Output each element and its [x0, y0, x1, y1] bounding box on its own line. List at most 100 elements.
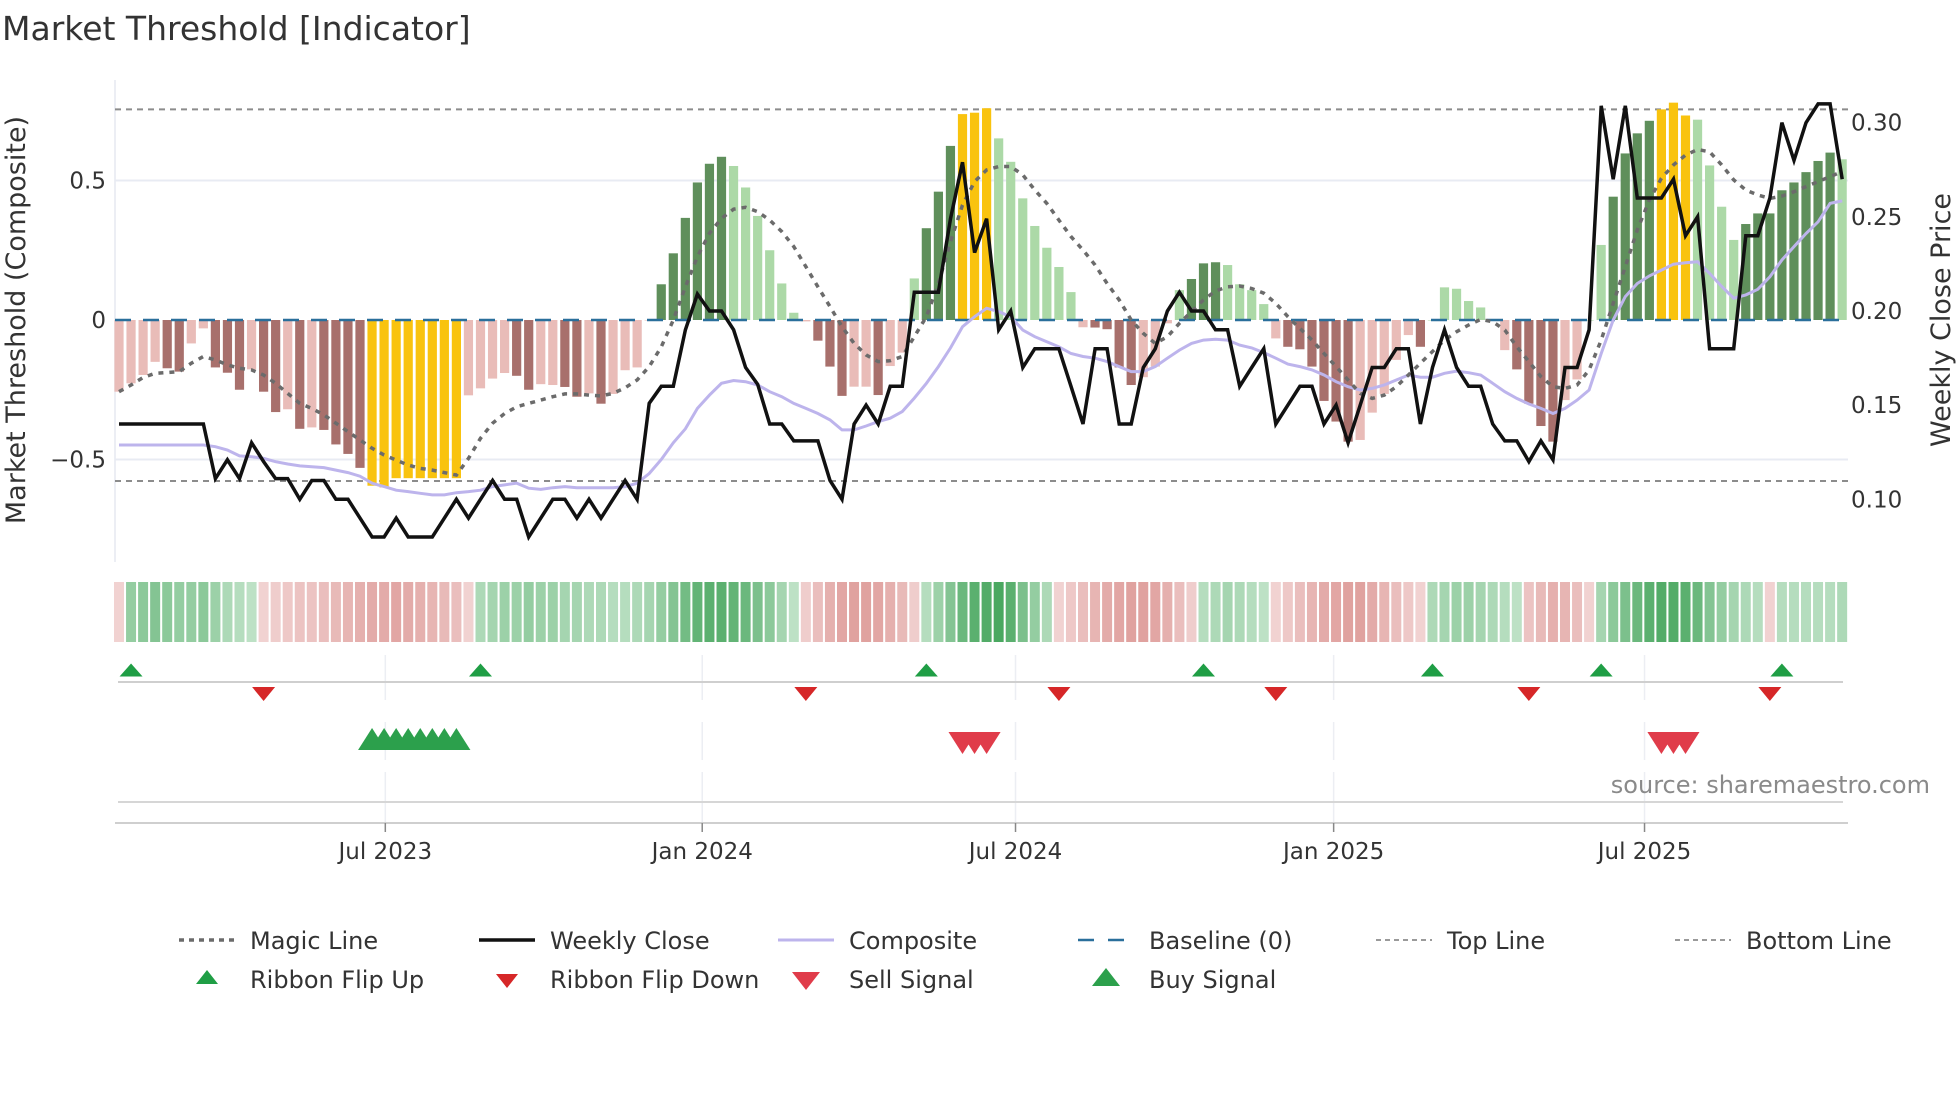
histogram-bar — [234, 320, 245, 390]
histogram-bar — [1283, 320, 1293, 347]
heatmap-cell — [355, 582, 365, 642]
heatmap-cell — [1608, 582, 1619, 642]
heatmap-cell — [849, 582, 860, 642]
legend-label: Top Line — [1446, 927, 1545, 955]
heatmap-cell — [1078, 582, 1088, 642]
ribbon-flip-down-marker — [1264, 687, 1288, 701]
x-tick-label: Jan 2024 — [650, 839, 753, 865]
chart-title: Market Threshold [Indicator] — [2, 9, 471, 48]
left-axis-label: Market Threshold (Composite) — [1, 116, 32, 524]
heatmap-cell — [608, 582, 619, 642]
heatmap-cell — [1704, 582, 1715, 642]
histogram-bar — [1126, 320, 1136, 386]
histogram-bar — [1319, 320, 1329, 401]
heatmap-cell — [1379, 582, 1390, 642]
histogram-bar — [150, 320, 160, 362]
heatmap-cell — [1813, 582, 1824, 642]
heatmap-cell — [583, 582, 594, 642]
heatmap-cell — [1463, 582, 1474, 642]
histogram-bar — [451, 320, 461, 479]
heatmap-cell — [837, 582, 847, 642]
heatmap-cell — [1041, 582, 1052, 642]
heatmap-cell — [945, 582, 956, 642]
ribbon-flip-down-marker — [1758, 687, 1782, 701]
heatmap-cell — [1234, 582, 1245, 642]
histogram-bar — [1825, 152, 1835, 320]
histogram-bar — [1102, 320, 1112, 330]
histogram-bar — [487, 320, 498, 379]
heatmap-cell — [1656, 582, 1667, 642]
legend-item: Magic Line — [179, 927, 378, 955]
heatmap-cell — [1331, 582, 1342, 642]
legend-item: Sell Signal — [792, 966, 974, 994]
histogram-bar — [1114, 320, 1124, 368]
heatmap-cell — [897, 582, 908, 642]
legend-label: Bottom Line — [1746, 927, 1892, 955]
heatmap-cell — [138, 582, 149, 642]
heatmap-cell — [270, 582, 281, 642]
source-credit: source: sharemaestro.com — [1611, 771, 1930, 799]
heatmap-cell — [1584, 582, 1595, 642]
heatmap-cell — [246, 582, 257, 642]
heatmap-cell — [1174, 582, 1185, 642]
left-tick-label: 0 — [91, 308, 106, 334]
heatmap-cell — [680, 582, 691, 642]
right-axis-label: Weekly Close Price — [1926, 193, 1957, 447]
right-axis: 0.30 0.25 0.20 0.15 0.10 — [1851, 111, 1902, 514]
histogram-bar — [355, 320, 365, 468]
heatmap-cell — [1451, 582, 1462, 642]
heatmap-cell — [1319, 582, 1329, 642]
heatmap-cell — [668, 582, 679, 642]
heatmap-cell — [1367, 582, 1378, 642]
histogram-bar — [1451, 288, 1462, 320]
x-axis: Jul 2023 Jan 2024 Jul 2024 Jan 2025 Jul 2025 — [115, 822, 1848, 865]
heatmap-cell — [1740, 582, 1751, 642]
heatmap-cell — [1294, 582, 1305, 642]
histogram-bar — [620, 320, 630, 371]
heatmap-cell — [1029, 582, 1040, 642]
histogram-bar — [1042, 247, 1052, 320]
heatmap-cell — [1680, 582, 1691, 642]
heatmap-cell — [981, 582, 992, 642]
heatmap-cell — [1415, 582, 1426, 642]
histogram-bar — [367, 320, 377, 486]
histogram-bar — [873, 320, 883, 396]
ribbon-flip-up-marker — [914, 663, 938, 677]
heatmap-cell — [1788, 582, 1799, 642]
histogram-bar — [753, 215, 763, 320]
histogram-bar — [1524, 320, 1534, 404]
heatmap-cell — [318, 582, 329, 642]
heatmap-cell — [475, 582, 486, 642]
heatmap-cell — [620, 582, 631, 642]
legend-item: Buy Signal — [1092, 966, 1276, 994]
ribbon-flip-down-marker — [252, 687, 276, 701]
histogram-bar — [572, 320, 582, 397]
histogram-bar — [1006, 161, 1016, 320]
histogram-bar — [1439, 287, 1450, 320]
histogram-bar — [114, 320, 124, 392]
heatmap-cell — [1150, 582, 1161, 642]
heatmap-cell — [1355, 582, 1366, 642]
histogram-bar — [439, 320, 449, 479]
right-tick-label: 0.10 — [1851, 487, 1902, 513]
heatmap-cell — [451, 582, 462, 642]
histogram-bar — [560, 320, 570, 387]
histogram-bar — [1717, 206, 1727, 320]
legend-sell-triangle-icon — [792, 972, 820, 990]
heatmap-cell — [656, 582, 667, 642]
histogram-bar — [126, 320, 136, 384]
heatmap-cell — [957, 582, 968, 642]
legend-label: Ribbon Flip Up — [250, 966, 424, 994]
histogram-bar — [668, 253, 678, 320]
histogram-bar — [1030, 225, 1040, 320]
heatmap-cell — [1403, 582, 1414, 642]
signal-panels — [118, 655, 1843, 823]
histogram-bar — [777, 283, 787, 320]
x-tick-label: Jul 2024 — [967, 839, 1063, 865]
histogram-bar — [1186, 278, 1197, 320]
histogram-bar — [174, 320, 184, 372]
histogram-bar — [331, 320, 341, 445]
heatmap-cell — [174, 582, 185, 642]
heatmap-cell — [885, 582, 896, 642]
ribbon-flip-up-marker — [1770, 663, 1794, 677]
